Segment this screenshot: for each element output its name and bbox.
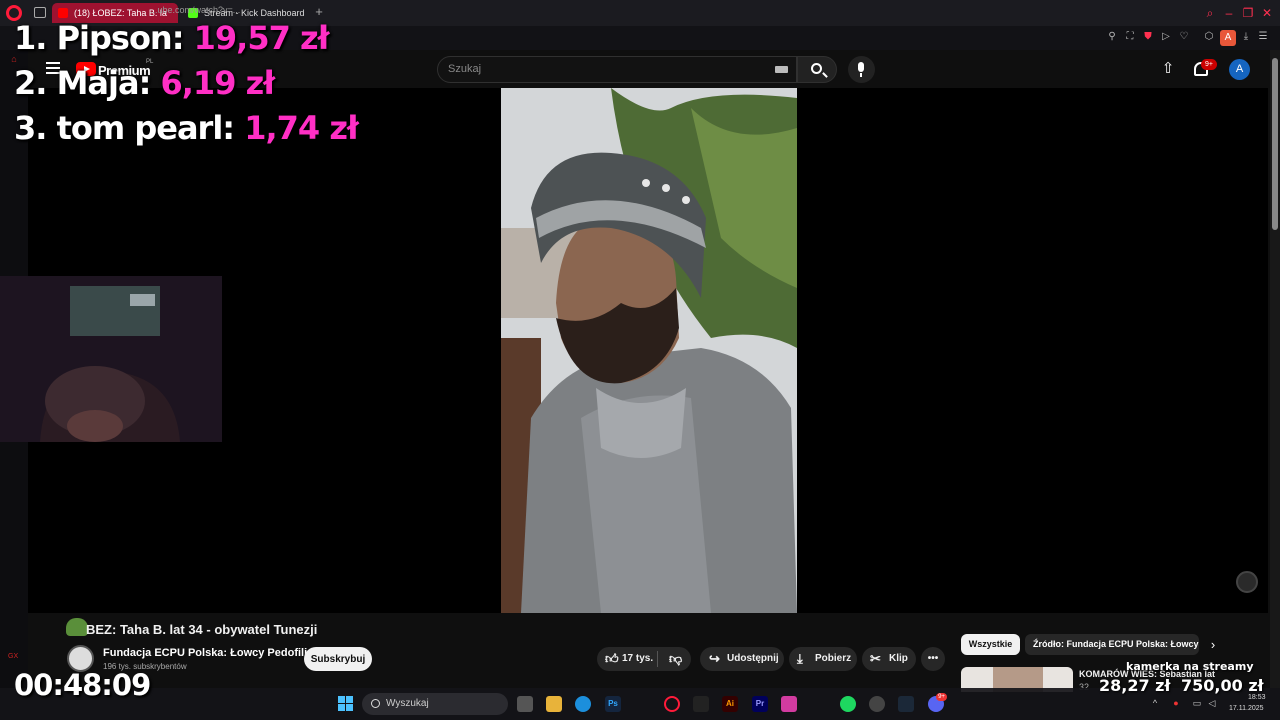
download-label: Pobierz — [815, 653, 852, 664]
create-upload-icon[interactable]: ⇧ — [1161, 61, 1175, 77]
chevron-right-icon[interactable]: › — [1206, 638, 1220, 652]
donation-leaderboard: 1. Pipson: 19,57 zł 2. Maja: 6,19 zł 3. … — [14, 16, 359, 151]
video-still-image — [501, 88, 797, 613]
notifications-badge: 9+ — [1201, 59, 1217, 70]
leaderboard-amount: 6,19 zł — [160, 64, 276, 102]
mic-tray-icon[interactable]: ● — [1171, 698, 1181, 708]
close-window-icon[interactable]: ✕ — [1260, 6, 1274, 20]
download-arrow-icon: ⤓ — [797, 651, 803, 666]
leaderboard-row: 1. Pipson: 19,57 zł — [14, 16, 358, 61]
donation-goal-current: 28,27 zł — [1099, 676, 1171, 695]
like-dislike-group: 👍︎ 17 tys. 👎︎ — [597, 647, 691, 671]
scrollbar-thumb[interactable] — [1272, 58, 1278, 230]
video-frame[interactable] — [501, 88, 797, 613]
taskbar-date[interactable]: 17.11.2025 — [1229, 705, 1264, 712]
video-title: BEZ: Taha B. lat 34 - obywatel Tunezji — [86, 622, 318, 637]
gx-label: GX — [8, 653, 19, 660]
scissors-icon: ✂ — [870, 651, 881, 666]
leaderboard-amount: 19,57 zł — [193, 19, 330, 57]
app-icon[interactable] — [781, 696, 797, 712]
share-arrow-icon: ↪ — [709, 651, 720, 666]
maximize-icon[interactable]: ❐ — [1241, 6, 1255, 20]
more-actions-icon[interactable]: ••• — [921, 647, 945, 671]
spotify-icon[interactable] — [840, 696, 856, 712]
keyboard-icon[interactable] — [775, 66, 788, 73]
channel-watermark-icon[interactable] — [1236, 571, 1258, 593]
shield-icon[interactable]: ⛊ — [1142, 31, 1154, 43]
leaderboard-rank: 2. — [14, 64, 47, 102]
url-field[interactable]: ...ube.com/watch?v=... — [150, 5, 240, 15]
donation-goal-target: 750,00 zł — [1181, 676, 1264, 695]
leaderboard-amount: 1,74 zł — [244, 109, 359, 147]
tray-chevron-icon[interactable]: ^ — [1150, 698, 1160, 708]
obs-icon[interactable] — [869, 696, 885, 712]
file-explorer-icon[interactable] — [546, 696, 562, 712]
download-button[interactable]: ⤓ Pobierz — [789, 647, 857, 671]
windows-start-icon[interactable] — [338, 696, 354, 712]
play-icon[interactable]: ▷ — [1160, 31, 1172, 43]
snapshot-icon[interactable]: ⛶ — [1124, 31, 1136, 43]
chip-source[interactable]: Źródło: Fundacja ECPU Polska: Łowcy — [1025, 634, 1199, 655]
leaderboard-rank: 3. — [14, 109, 47, 147]
stream-timer: 00:48:09 — [14, 668, 151, 702]
account-avatar[interactable]: A — [1229, 59, 1250, 80]
chip-all[interactable]: Wszystkie — [961, 634, 1020, 655]
easy-setup-icon[interactable]: ☰ — [1257, 31, 1269, 43]
premiere-icon[interactable]: Pr — [752, 696, 768, 712]
steam-icon[interactable] — [898, 696, 914, 712]
leaderboard-row: 2. Maja: 6,19 zł — [14, 61, 358, 106]
taskbar-search[interactable]: Wyszukaj — [362, 693, 508, 715]
subscribe-button[interactable]: Subskrybuj — [304, 647, 372, 671]
frog-emote-icon — [66, 618, 88, 636]
like-count[interactable]: 17 tys. — [622, 647, 653, 671]
share-button[interactable]: ↪ Udostępnij — [700, 647, 784, 671]
pin-icon[interactable]: ⚲ — [1106, 31, 1118, 43]
voice-search-mic-icon[interactable] — [848, 56, 875, 83]
search-tabs-icon[interactable]: ⌕ — [1203, 6, 1217, 20]
clip-button[interactable]: ✂ Klip — [862, 647, 916, 671]
minimize-icon[interactable]: – — [1222, 6, 1236, 20]
leaderboard-rank: 1. — [14, 19, 47, 57]
leaderboard-name: Pipson: — [56, 19, 185, 57]
edge-icon[interactable] — [575, 696, 591, 712]
windows-taskbar — [0, 688, 1280, 720]
leaderboard-name: Maja: — [56, 64, 152, 102]
illustrator-icon[interactable]: Ai — [722, 696, 738, 712]
clip-label: Klip — [889, 653, 908, 664]
streamer-webcam — [0, 276, 222, 442]
discord-badge: 9+ — [936, 693, 947, 701]
task-view-icon[interactable] — [517, 696, 533, 712]
opera-gx-icon[interactable] — [664, 696, 680, 712]
taskbar-time[interactable]: 18:53 — [1248, 694, 1266, 701]
leaderboard-row: 3. tom pearl: 1,74 zł — [14, 106, 359, 151]
capcut-icon[interactable] — [693, 696, 709, 712]
share-label: Udostępnij — [727, 653, 779, 664]
download-icon[interactable]: ⤓ — [1240, 31, 1252, 43]
search-icon — [811, 63, 822, 74]
profile-extension-icon[interactable]: A — [1220, 30, 1236, 46]
heart-icon[interactable]: ♡ — [1178, 31, 1190, 43]
channel-name[interactable]: Fundacja ECPU Polska: Łowcy Pedofili — [103, 647, 307, 659]
volume-icon[interactable]: ◁ — [1207, 698, 1217, 708]
search-button[interactable] — [797, 56, 837, 83]
dislike-thumb-icon[interactable]: 👎︎ — [669, 647, 682, 671]
like-divider — [657, 651, 658, 667]
network-icon[interactable]: ▭ — [1192, 698, 1202, 708]
donation-goal-label: kamerka na streamy — [1126, 660, 1254, 673]
photoshop-icon[interactable]: Ps — [605, 696, 621, 712]
search-box — [437, 56, 797, 83]
like-thumb-icon[interactable]: 👍︎ — [605, 647, 619, 671]
extensions-icon[interactable]: ⬡ — [1203, 31, 1215, 43]
search-input[interactable] — [448, 63, 768, 75]
webcam-feed-image — [0, 276, 222, 442]
leaderboard-name: tom pearl: — [56, 109, 236, 147]
